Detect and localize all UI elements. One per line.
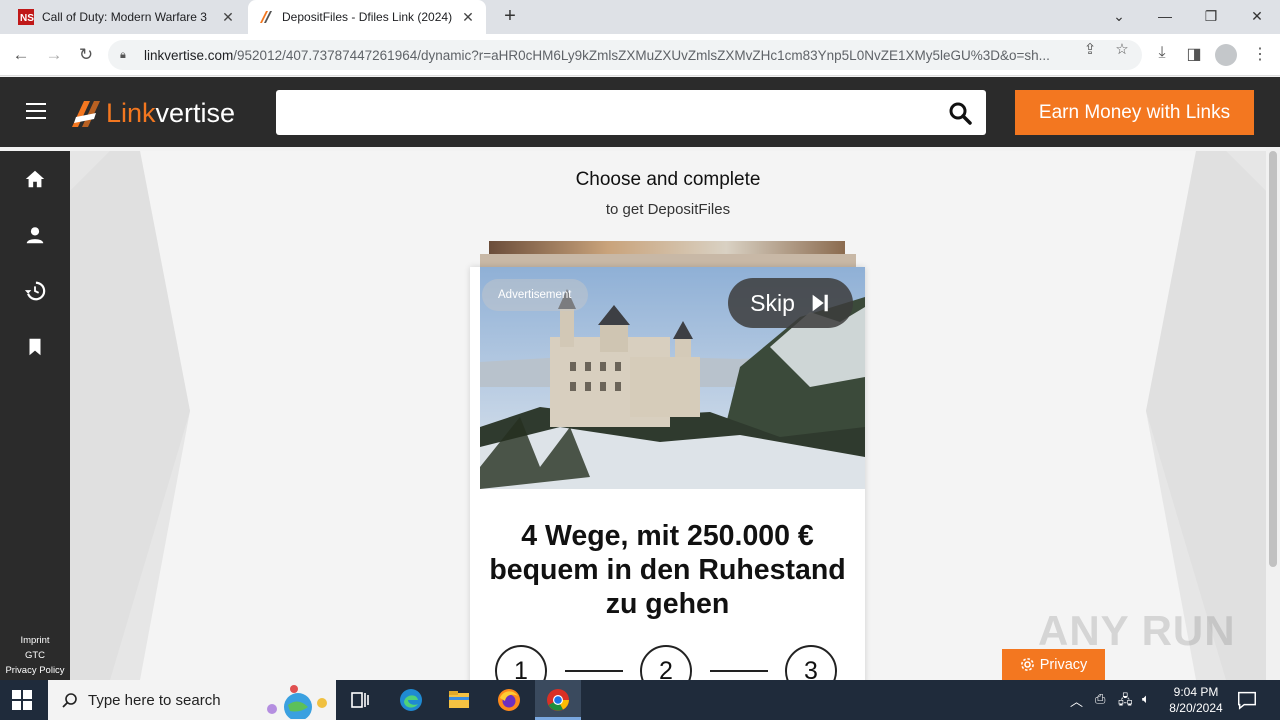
windows-taskbar: Type here to search ︿ ⎙ 🖧︎ 🔈︎ 9:04 PM 8/… — [0, 680, 1280, 720]
restore-icon[interactable]: ❐ — [1188, 4, 1234, 28]
search-highlight-illustration-icon — [267, 685, 327, 719]
file-explorer-icon[interactable] — [447, 688, 471, 712]
privacy-button[interactable]: Privacy — [1002, 649, 1105, 680]
skip-label: Skip — [750, 289, 795, 316]
earn-money-button[interactable]: Earn Money with Links — [1015, 90, 1254, 135]
side-panel-icon[interactable]: ◨ — [1183, 44, 1205, 64]
reload-icon[interactable]: ↻ — [75, 44, 97, 66]
taskbar-search-placeholder: Type here to search — [88, 691, 221, 709]
main-content: Choose and complete to get DepositFiles — [70, 151, 1266, 680]
tab-depositfiles[interactable]: DepositFiles - Dfiles Link (2024) d ✕ — [248, 0, 486, 34]
page-scrollbar[interactable] — [1266, 147, 1280, 680]
address-bar[interactable]: 🔒︎ linkvertise.com/952012/407.7378744726… — [108, 40, 1142, 70]
menu-kebab-icon[interactable]: ⋮ — [1249, 44, 1271, 64]
sidebar: Imprint GTC Privacy Policy — [0, 151, 70, 680]
skip-next-icon — [812, 294, 828, 312]
bookmark-icon[interactable] — [24, 336, 46, 358]
profile-avatar-icon[interactable] — [1215, 44, 1237, 66]
skip-button[interactable]: Skip — [728, 278, 853, 328]
back-icon[interactable]: ← — [10, 44, 32, 66]
scrollbar-thumb[interactable] — [1269, 151, 1277, 567]
imprint-link[interactable]: Imprint — [0, 633, 70, 648]
taskbar-search-box[interactable]: Type here to search — [48, 680, 336, 720]
svg-text:NS: NS — [20, 13, 34, 24]
tab-title: Call of Duty: Modern Warfare 3 — [42, 10, 207, 24]
user-icon[interactable] — [24, 224, 46, 246]
gear-icon — [1020, 658, 1034, 671]
step-1: 1 — [495, 645, 547, 680]
ad-card[interactable]: Advertisement Skip 4 Wege, mit 250.000 €… — [470, 267, 865, 680]
new-tab-icon[interactable]: + — [500, 5, 520, 28]
firefox-icon[interactable] — [497, 688, 521, 712]
browser-toolbar: ← → ↻ 🔒︎ linkvertise.com/952012/407.7378… — [0, 34, 1280, 76]
step-connector — [710, 670, 768, 672]
close-tab-icon[interactable]: ✕ — [460, 9, 476, 26]
taskbar-search-icon — [62, 693, 77, 708]
logo-text-link: Link — [106, 97, 156, 128]
advertisement-badge: Advertisement — [482, 279, 588, 311]
history-icon[interactable] — [24, 280, 46, 302]
step-connector — [565, 670, 623, 672]
close-tab-icon[interactable]: ✕ — [220, 9, 236, 26]
step-3: 3 — [785, 645, 837, 680]
close-window-icon[interactable]: ✕ — [1234, 4, 1280, 28]
anyrun-watermark: ANY RUN — [1038, 607, 1236, 654]
step-2: 2 — [640, 645, 692, 680]
tray-device-icon[interactable]: ⎙ — [1095, 691, 1105, 707]
chrome-taskbar-active[interactable] — [535, 680, 581, 720]
left-decoration — [70, 151, 190, 680]
linkvertise-logo-icon — [72, 101, 100, 127]
download-icon[interactable]: ⤓ — [1151, 44, 1173, 62]
task-view-icon[interactable] — [348, 688, 372, 712]
privacy-label: Privacy — [1039, 656, 1088, 673]
forward-icon[interactable]: → — [43, 44, 65, 66]
clock-time: 9:04 PM — [1173, 685, 1219, 699]
hamburger-menu-icon[interactable] — [26, 103, 46, 124]
ad-headline[interactable]: 4 Wege, mit 250.000 € bequem in den Ruhe… — [480, 519, 855, 621]
windows-start-icon[interactable] — [12, 690, 32, 710]
site-search-input[interactable] — [276, 90, 936, 135]
edge-icon[interactable] — [399, 688, 423, 712]
clock[interactable]: 9:04 PM 8/20/2024 — [1166, 684, 1226, 716]
volume-icon[interactable]: 🔈︎ — [1142, 691, 1150, 707]
tab-search-chevron-icon[interactable]: ⌄ — [1096, 4, 1142, 28]
gtc-link[interactable]: GTC — [0, 648, 70, 663]
privacy-policy-link[interactable]: Privacy Policy — [0, 663, 70, 678]
right-decoration — [1146, 151, 1266, 680]
footer-links: Imprint GTC Privacy Policy — [0, 633, 70, 678]
lock-icon: 🔒︎ — [120, 48, 126, 61]
logo-text-vertise: vertise — [155, 97, 236, 128]
search-icon[interactable] — [948, 101, 972, 125]
chrome-icon — [547, 689, 569, 711]
home-icon[interactable] — [24, 168, 46, 190]
browser-tab-strip: NS Call of Duty: Modern Warfare 3 ✕ Depo… — [0, 0, 1280, 34]
page-subtitle: to get DepositFiles — [605, 201, 731, 218]
page-title: Choose and complete — [575, 169, 761, 190]
share-icon[interactable]: ⇪ — [1080, 40, 1100, 58]
url-text[interactable]: linkvertise.com/952012/407.7378744726196… — [144, 48, 1130, 63]
tab-call-of-duty[interactable]: NS Call of Duty: Modern Warfare 3 ✕ — [8, 0, 246, 34]
bookmark-star-icon[interactable]: ☆ — [1112, 40, 1132, 58]
clock-date: 8/20/2024 — [1169, 701, 1223, 715]
network-icon[interactable]: 🖧︎ — [1118, 691, 1133, 713]
site-header: Link vertise Earn Money with Links — [0, 77, 1280, 147]
ns-favicon-icon: NS — [18, 9, 34, 25]
notifications-icon[interactable] — [1236, 689, 1258, 711]
tab-title: DepositFiles - Dfiles Link (2024) d — [282, 10, 454, 24]
site-search-box — [276, 90, 986, 135]
steps-indicator: 1 2 3 — [495, 645, 840, 680]
tray-overflow-chevron-icon[interactable]: ︿ — [1070, 691, 1083, 710]
linkvertise-favicon-icon — [260, 11, 272, 23]
linkvertise-logo[interactable]: Link vertise — [70, 97, 235, 129]
minimize-icon[interactable]: — — [1142, 4, 1188, 28]
